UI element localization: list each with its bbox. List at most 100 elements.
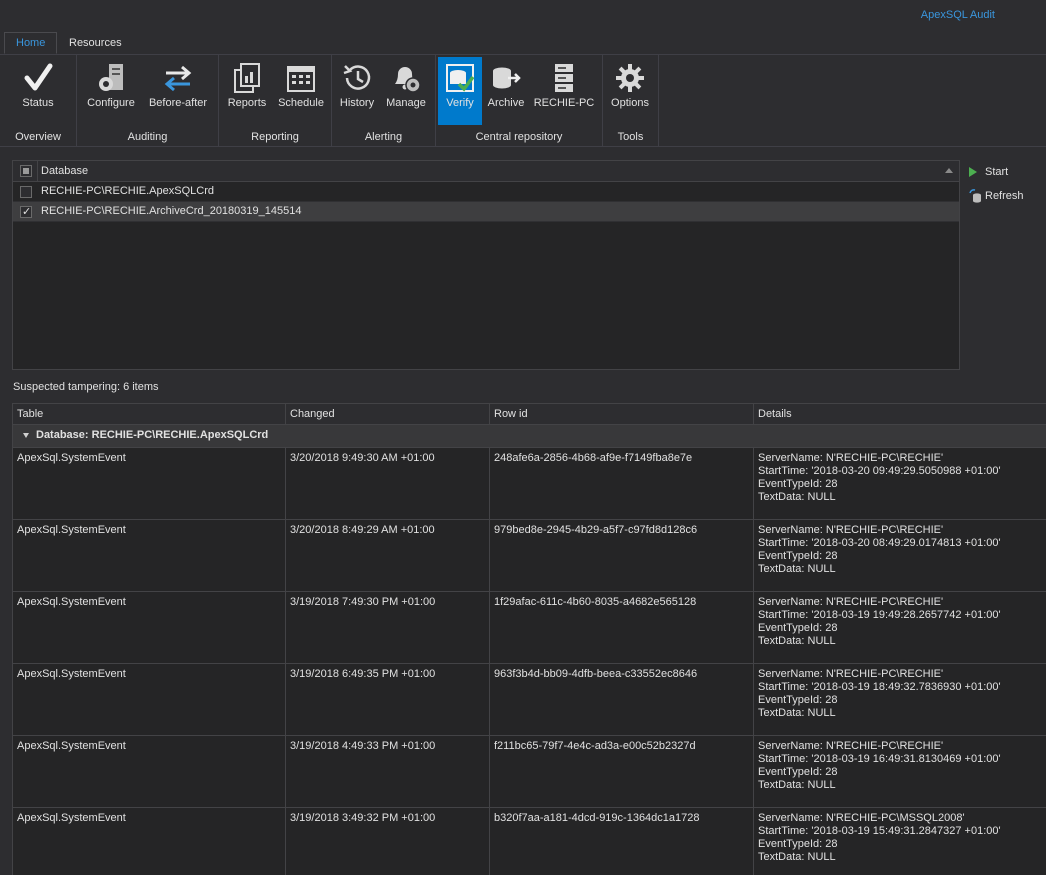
schedule-button-label: Schedule	[278, 97, 324, 109]
refresh-button-label: Refresh	[985, 190, 1024, 202]
details-line: TextData: NULL	[758, 491, 836, 503]
history-button[interactable]: History	[334, 57, 380, 125]
database-name: RECHIE-PC\RECHIE.ApexSQLCrd	[41, 185, 214, 197]
before-after-button-label: Before-after	[148, 97, 208, 109]
table-row[interactable]: ApexSql.SystemEvent 3/19/2018 7:49:30 PM …	[13, 592, 1046, 664]
details-line: ServerName: N'RECHIE-PC\RECHIE'	[758, 524, 944, 536]
cell-details[interactable]: ServerName: N'RECHIE-PC\MSSQL2008' StartT…	[754, 808, 1046, 875]
refresh-icon	[969, 189, 981, 203]
group-row[interactable]: Database: RECHIE-PC\RECHIE.ApexSQLCrd	[13, 425, 1046, 448]
cell-table[interactable]: ApexSql.SystemEvent	[13, 592, 286, 663]
select-all-checkbox[interactable]	[20, 165, 32, 177]
column-header-changed[interactable]: Changed	[286, 404, 490, 424]
cell-details[interactable]: ServerName: N'RECHIE-PC\RECHIE' StartTime…	[754, 592, 1046, 663]
database-list: Database RECHIE-PC\RECHIE.ApexSQLCrd REC…	[12, 160, 960, 370]
database-checkbox[interactable]	[20, 186, 32, 198]
database-row[interactable]: RECHIE-PC\RECHIE.ApexSQLCrd	[13, 182, 959, 202]
details-line: ServerName: N'RECHIE-PC\MSSQL2008'	[758, 812, 965, 824]
cell-changed[interactable]: 3/20/2018 9:49:30 AM +01:00	[286, 448, 490, 519]
group-label-tools: Tools	[617, 131, 644, 143]
header-separator	[37, 161, 38, 181]
cell-row-id[interactable]: 979bed8e-2945-4b29-a5f7-c97fd8d128c6	[490, 520, 754, 591]
details-line: ServerName: N'RECHIE-PC\RECHIE'	[758, 740, 944, 752]
ribbon-group-central-repository: Verify Archive RECHIE-PC Central reposit…	[436, 55, 603, 146]
cell-row-id[interactable]: b320f7aa-a181-4dcd-919c-1364dc1a1728	[490, 808, 754, 875]
cell-table[interactable]: ApexSql.SystemEvent	[13, 520, 286, 591]
cell-changed[interactable]: 3/19/2018 3:49:32 PM +01:00	[286, 808, 490, 875]
swap-arrows-icon	[164, 65, 192, 92]
cell-table[interactable]: ApexSql.SystemEvent	[13, 736, 286, 807]
column-header-details[interactable]: Details	[754, 404, 1046, 424]
verify-button[interactable]: Verify	[438, 57, 482, 125]
reports-button-label: Reports	[227, 97, 267, 109]
rechie-pc-button-label: RECHIE-PC	[533, 97, 595, 109]
options-button[interactable]: Options	[606, 57, 654, 125]
details-line: TextData: NULL	[758, 851, 836, 863]
cell-changed[interactable]: 3/20/2018 8:49:29 AM +01:00	[286, 520, 490, 591]
table-row[interactable]: ApexSql.SystemEvent 3/19/2018 3:49:32 PM …	[13, 808, 1046, 875]
ribbon-group-auditing: Configure Before-after Auditing	[77, 55, 219, 146]
table-row[interactable]: ApexSql.SystemEvent 3/20/2018 8:49:29 AM …	[13, 520, 1046, 592]
cell-details[interactable]: ServerName: N'RECHIE-PC\RECHIE' StartTime…	[754, 664, 1046, 735]
cell-row-id[interactable]: 963f3b4d-bb09-4dfb-beea-c33552ec8646	[490, 664, 754, 735]
table-row[interactable]: ApexSql.SystemEvent 3/19/2018 4:49:33 PM …	[13, 736, 1046, 808]
details-line: StartTime: '2018-03-19 18:49:32.7836930 …	[758, 681, 1001, 693]
verify-icon	[446, 64, 475, 92]
configure-button[interactable]: Configure	[83, 57, 139, 125]
details-line: ServerName: N'RECHIE-PC\RECHIE'	[758, 452, 944, 464]
ribbon-group-overview: Status Overview	[0, 55, 77, 146]
collapse-icon[interactable]	[23, 433, 29, 438]
cell-table[interactable]: ApexSql.SystemEvent	[13, 808, 286, 875]
play-icon	[969, 167, 977, 177]
column-header-table[interactable]: Table	[13, 404, 286, 424]
cell-row-id[interactable]: f211bc65-79f7-4e4c-ad3a-e00c52b2327d	[490, 736, 754, 807]
details-line: EventTypeId: 28	[758, 766, 838, 778]
cell-details[interactable]: ServerName: N'RECHIE-PC\RECHIE' StartTime…	[754, 520, 1046, 591]
cell-changed[interactable]: 3/19/2018 6:49:35 PM +01:00	[286, 664, 490, 735]
manage-button[interactable]: Manage	[382, 57, 430, 125]
table-row[interactable]: ApexSql.SystemEvent 3/20/2018 9:49:30 AM …	[13, 448, 1046, 520]
details-line: StartTime: '2018-03-19 19:49:28.2657742 …	[758, 609, 1001, 621]
start-button[interactable]: Start	[966, 163, 1046, 187]
ribbon-group-tools: Options Tools	[603, 55, 659, 146]
group-label-auditing: Auditing	[127, 131, 168, 143]
details-line: StartTime: '2018-03-20 09:49:29.5050988 …	[758, 465, 1001, 477]
details-line: ServerName: N'RECHIE-PC\RECHIE'	[758, 668, 944, 680]
cell-changed[interactable]: 3/19/2018 7:49:30 PM +01:00	[286, 592, 490, 663]
ribbon-group-reporting: Reports Schedule Reporting	[219, 55, 332, 146]
database-row[interactable]: RECHIE-PC\RECHIE.ArchiveCrd_20180319_145…	[13, 202, 959, 222]
grid-header: Table Changed Row id Details	[13, 404, 1046, 425]
group-label-reporting: Reporting	[251, 131, 299, 143]
ribbon: Status Overview Configure Before-after A…	[0, 55, 1046, 147]
status-button[interactable]: Status	[6, 57, 70, 125]
table-row[interactable]: ApexSql.SystemEvent 3/19/2018 6:49:35 PM …	[13, 664, 1046, 736]
manage-button-label: Manage	[386, 97, 426, 109]
cell-details[interactable]: ServerName: N'RECHIE-PC\RECHIE' StartTime…	[754, 448, 1046, 519]
schedule-button[interactable]: Schedule	[274, 57, 328, 125]
column-header-row-id[interactable]: Row id	[490, 404, 754, 424]
reports-button[interactable]: Reports	[222, 57, 272, 125]
group-label-alerting: Alerting	[364, 131, 403, 143]
rechie-pc-button[interactable]: RECHIE-PC	[532, 57, 596, 125]
group-label-central-repository: Central repository	[475, 131, 563, 143]
database-checkbox[interactable]	[20, 205, 32, 218]
cell-row-id[interactable]: 1f29afac-611c-4b60-8035-a4682e565128	[490, 592, 754, 663]
details-line: EventTypeId: 28	[758, 478, 838, 490]
tab-home[interactable]: Home	[4, 32, 58, 54]
bell-gear-icon	[395, 67, 421, 93]
tab-resources[interactable]: Resources	[58, 33, 133, 53]
sort-ascending-icon	[945, 168, 953, 173]
cell-details[interactable]: ServerName: N'RECHIE-PC\RECHIE' StartTime…	[754, 736, 1046, 807]
cell-row-id[interactable]: 248afe6a-2856-4b68-af9e-f7149fba8e7e	[490, 448, 754, 519]
title-bar: ApexSQL Audit	[0, 0, 1046, 32]
before-after-button[interactable]: Before-after	[143, 57, 213, 125]
database-column-header[interactable]: Database	[41, 165, 88, 177]
cell-changed[interactable]: 3/19/2018 4:49:33 PM +01:00	[286, 736, 490, 807]
ribbon-tabs: Home Resources	[0, 32, 1046, 55]
cell-table[interactable]: ApexSql.SystemEvent	[13, 448, 286, 519]
cell-table[interactable]: ApexSql.SystemEvent	[13, 664, 286, 735]
archive-button[interactable]: Archive	[484, 57, 528, 125]
gear-icon	[616, 64, 644, 92]
refresh-button[interactable]: Refresh	[966, 187, 1046, 211]
status-button-label: Status	[22, 97, 54, 109]
